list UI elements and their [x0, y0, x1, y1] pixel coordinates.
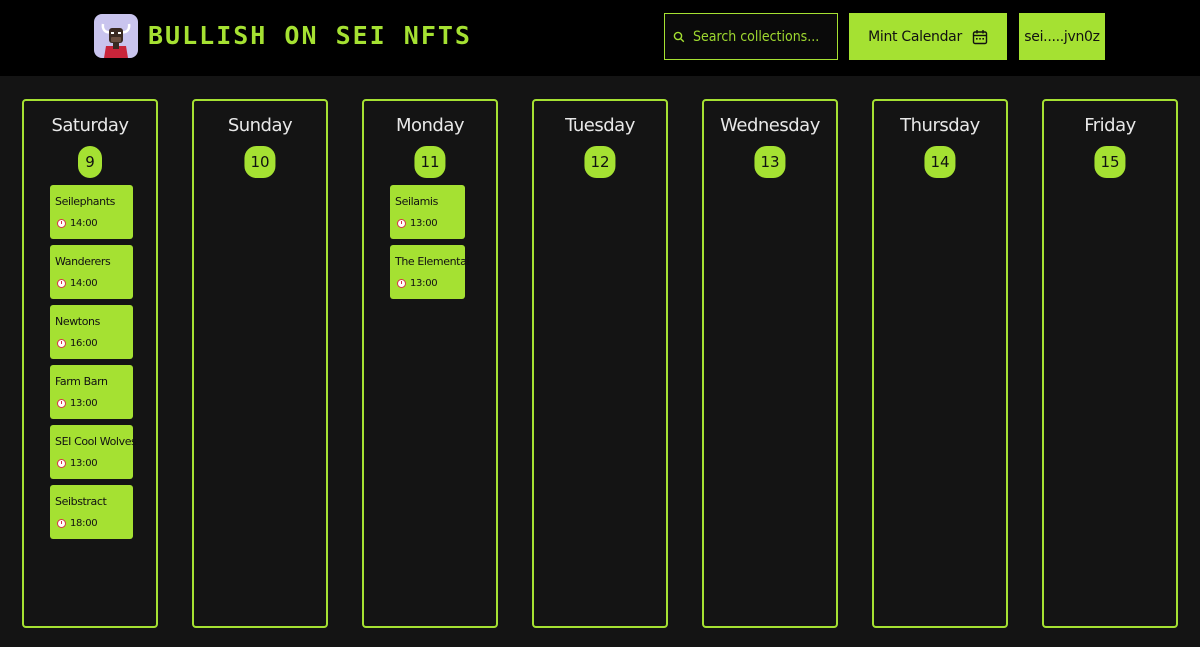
day-name: Tuesday — [565, 115, 635, 136]
clock-icon — [397, 279, 406, 288]
event-time-text: 18:00 — [70, 518, 98, 529]
event-time: 18:00 — [57, 518, 98, 529]
event-time: 13:00 — [397, 218, 438, 229]
event-time: 13:00 — [57, 398, 98, 409]
site-title[interactable]: BULLISH ON SEI NFTS — [148, 21, 472, 50]
event-time-text: 16:00 — [70, 338, 98, 349]
event-name: Seibstract — [55, 495, 107, 508]
day-name: Saturday — [51, 115, 129, 136]
event-name: SEI Cool Wolves — [55, 435, 137, 448]
day-date-badge: 12 — [584, 146, 616, 178]
day-name: Wednesday — [720, 115, 820, 136]
clock-icon — [397, 219, 406, 228]
day-column-saturday: Saturday 9 Seilephants 14:00 Wanderers 14:00 N… — [22, 99, 158, 628]
day-date-badge: 13 — [754, 146, 786, 178]
mint-event-card[interactable]: Newtons 16:00 — [50, 305, 133, 359]
mint-calendar-button[interactable]: Mint Calendar — [849, 13, 1007, 60]
event-time: 14:00 — [57, 278, 98, 289]
day-date-badge: 9 — [78, 146, 102, 178]
day-date-badge: 14 — [924, 146, 956, 178]
event-time: 13:00 — [57, 458, 98, 469]
mint-event-card[interactable]: The Elemental 13:00 — [390, 245, 470, 299]
day-name: Thursday — [900, 115, 980, 136]
day-column-friday: Friday 15 — [1042, 99, 1178, 628]
event-name: Seilamis — [395, 195, 438, 208]
day-column-tuesday: Tuesday 12 — [532, 99, 668, 628]
event-time-text: 13:00 — [70, 398, 98, 409]
event-time-text: 13:00 — [70, 458, 98, 469]
day-name: Friday — [1084, 115, 1136, 136]
day-column-sunday: Sunday 10 — [192, 99, 328, 628]
day-column-thursday: Thursday 14 — [872, 99, 1008, 628]
bull-avatar-logo[interactable] — [94, 14, 138, 58]
day-date-badge: 15 — [1094, 146, 1126, 178]
day-name: Sunday — [227, 115, 293, 136]
day-date-badge: 11 — [414, 146, 446, 178]
event-name: The Elemental — [395, 255, 470, 268]
event-time-text: 13:00 — [410, 218, 438, 229]
clock-icon — [57, 519, 66, 528]
top-header: BULLISH ON SEI NFTS Mint Calendar sei...… — [0, 0, 1200, 76]
day-column-monday: Monday 11 Seilamis 13:00 The Elemental 13:00 — [362, 99, 498, 628]
mint-event-card[interactable]: Wanderers 14:00 — [50, 245, 133, 299]
event-name: Newtons — [55, 315, 100, 328]
day-column-wednesday: Wednesday 13 — [702, 99, 838, 628]
mint-event-card[interactable]: SEI Cool Wolves 13:00 — [50, 425, 137, 479]
event-time-text: 13:00 — [410, 278, 438, 289]
event-time: 13:00 — [397, 278, 438, 289]
mint-event-card[interactable]: Seilamis 13:00 — [390, 185, 465, 239]
search-input[interactable] — [693, 28, 833, 45]
clock-icon — [57, 459, 66, 468]
day-name: Monday — [395, 115, 465, 136]
event-name: Farm Barn — [55, 375, 108, 388]
event-time: 14:00 — [57, 218, 98, 229]
event-time-text: 14:00 — [70, 278, 98, 289]
search-icon — [673, 31, 685, 42]
calendar-icon — [972, 29, 988, 44]
mint-event-card[interactable]: Seilephants 14:00 — [50, 185, 133, 239]
mint-calendar-label: Mint Calendar — [868, 28, 962, 45]
wallet-button[interactable]: sei.....jvn0z — [1019, 13, 1105, 60]
day-date-badge: 10 — [244, 146, 276, 178]
clock-icon — [57, 279, 66, 288]
event-name: Wanderers — [55, 255, 111, 268]
event-time-text: 14:00 — [70, 218, 98, 229]
wallet-address: sei.....jvn0z — [1024, 28, 1100, 45]
clock-icon — [57, 399, 66, 408]
event-time: 16:00 — [57, 338, 98, 349]
mint-event-card[interactable]: Farm Barn 13:00 — [50, 365, 133, 419]
mint-event-card[interactable]: Seibstract 18:00 — [50, 485, 133, 539]
search-box[interactable] — [664, 13, 838, 60]
event-name: Seilephants — [55, 195, 115, 208]
clock-icon — [57, 219, 66, 228]
clock-icon — [57, 339, 66, 348]
